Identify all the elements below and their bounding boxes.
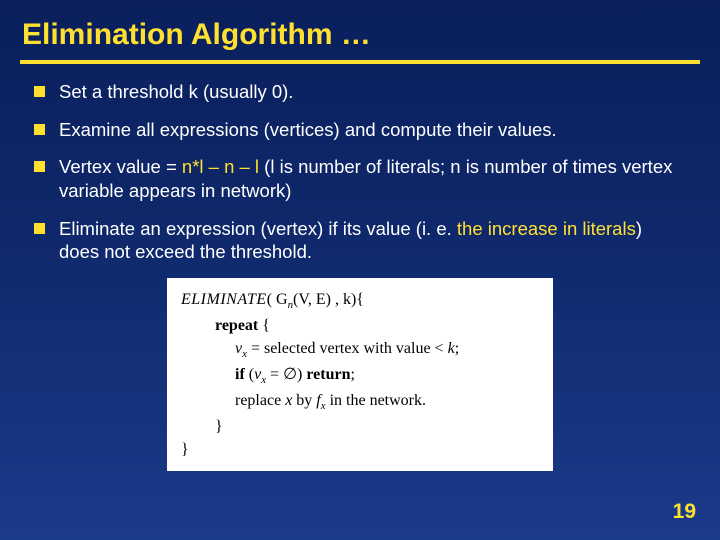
bullet-prefix: Eliminate an expression (vertex) if its … [59,218,457,239]
bullet-prefix: Vertex value = [59,156,182,177]
algo-keyword: repeat [215,317,258,334]
algo-fn-name: ELIMINATE [181,291,267,308]
bullet-highlight: the increase in literals [457,218,636,239]
square-bullet-icon [34,161,45,172]
algo-head: ELIMINATE( Gn(V, E) , k){ [181,288,539,314]
bullet-text: Eliminate an expression (vertex) if its … [59,217,686,264]
bullet-item: Eliminate an expression (vertex) if its … [34,217,686,264]
algo-repeat: repeat { [181,314,539,337]
algo-text: { [258,317,270,334]
algo-text: replace [235,392,285,409]
algo-text: ( [245,366,254,383]
algo-text: = ∅) [266,366,306,383]
bullet-item: Vertex value = n*l – n – l (l is number … [34,155,686,202]
algo-text: in the network. [326,392,426,409]
algo-text: = selected vertex with value < [247,340,448,357]
page-number: 19 [673,500,696,524]
algo-replace-line: replace x by fx in the network. [181,389,539,415]
algo-select-line: vx = selected vertex with value < k; [181,337,539,363]
bullet-list: Set a threshold k (usually 0). Examine a… [0,80,720,264]
algorithm-container: ELIMINATE( Gn(V, E) , k){ repeat { vx = … [0,278,720,471]
algo-text: ( G [267,291,288,308]
slide-title: Elimination Algorithm … [0,0,720,60]
bullet-text: Set a threshold k (usually 0). [59,80,293,104]
bullet-text: Examine all expressions (vertices) and c… [59,118,557,142]
algo-keyword: if [235,366,245,383]
algo-if-line: if (vx = ∅) return; [181,363,539,389]
bullet-item: Examine all expressions (vertices) and c… [34,118,686,142]
algo-brace: } [181,438,539,461]
bullet-item: Set a threshold k (usually 0). [34,80,686,104]
algorithm-box: ELIMINATE( Gn(V, E) , k){ repeat { vx = … [167,278,553,471]
algo-text: ; [350,366,354,383]
bullet-formula: n*l – n – l [182,156,259,177]
square-bullet-icon [34,124,45,135]
algo-keyword: return [306,366,350,383]
algo-text: ; [455,340,459,357]
square-bullet-icon [34,86,45,97]
square-bullet-icon [34,223,45,234]
algo-text: (V, E) , k){ [293,291,364,308]
title-underline [20,60,700,64]
algo-text: by [292,392,316,409]
bullet-text: Vertex value = n*l – n – l (l is number … [59,155,686,202]
algo-var: k [448,340,455,357]
algo-brace: } [181,415,539,438]
